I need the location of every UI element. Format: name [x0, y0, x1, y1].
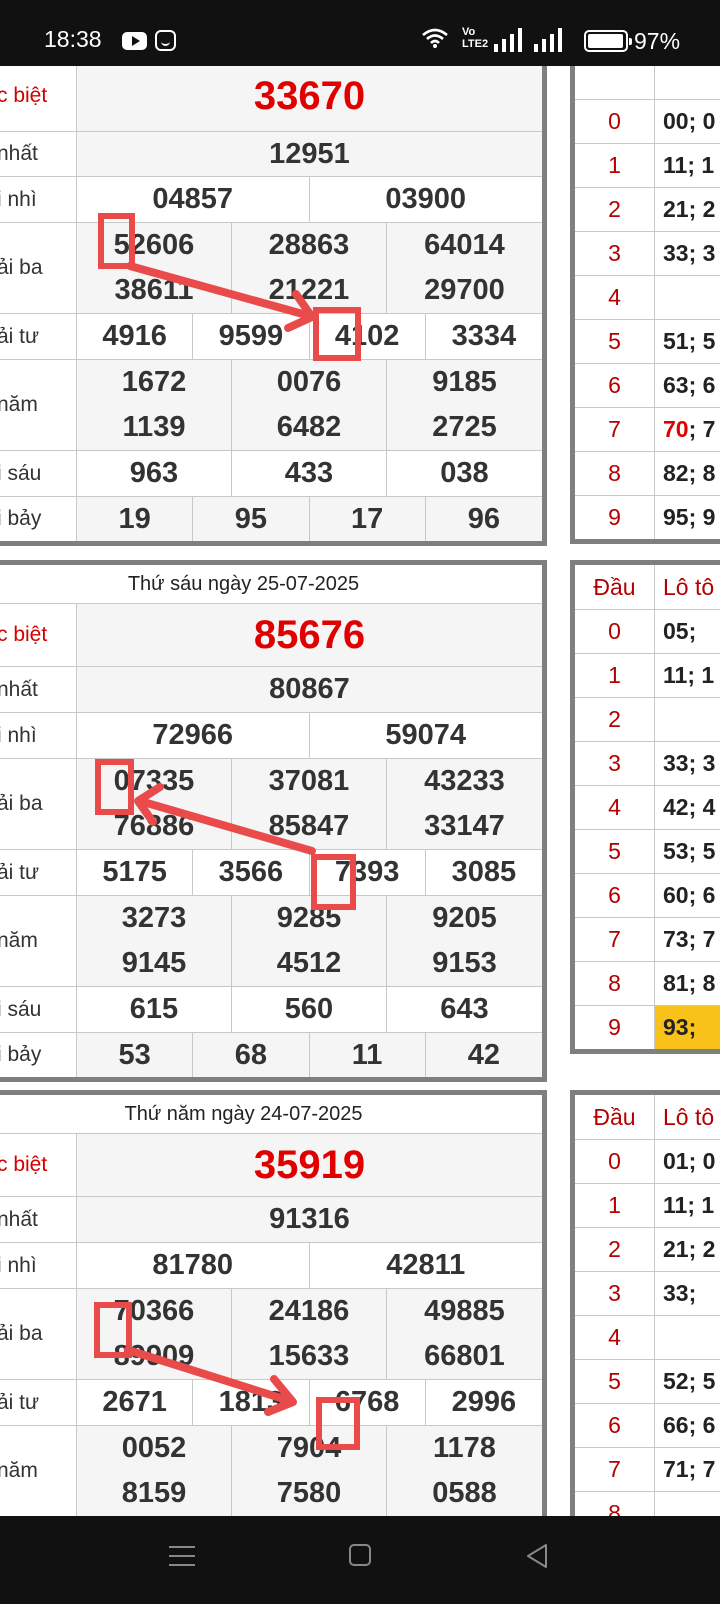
- battery-icon: [584, 30, 632, 52]
- annotation-arrow: [124, 1346, 294, 1405]
- recent-apps-button[interactable]: [169, 1544, 195, 1568]
- annotation-arrow: [136, 797, 316, 855]
- volte-indicator: Vo LTE2: [462, 26, 489, 50]
- face-app-icon: [155, 30, 176, 51]
- annotation-arrows: [124, 262, 316, 1416]
- back-button[interactable]: [525, 1543, 549, 1569]
- home-button[interactable]: [349, 1544, 371, 1566]
- status-time: 18:38: [44, 26, 102, 52]
- annotation-arrow: [126, 262, 314, 320]
- navigation-bar: [0, 1516, 720, 1604]
- signal-icon: [494, 28, 522, 52]
- youtube-icon: [122, 32, 147, 50]
- status-bar: 18:38 Vo LTE2 97%: [0, 0, 720, 66]
- wifi-icon: [422, 28, 448, 48]
- battery-percent: 97%: [634, 28, 681, 54]
- page-content[interactable]: c biệt 33670 nhất 12951 i nhì 04857 0390…: [0, 66, 720, 1516]
- signal-icon-sim2: [534, 28, 562, 52]
